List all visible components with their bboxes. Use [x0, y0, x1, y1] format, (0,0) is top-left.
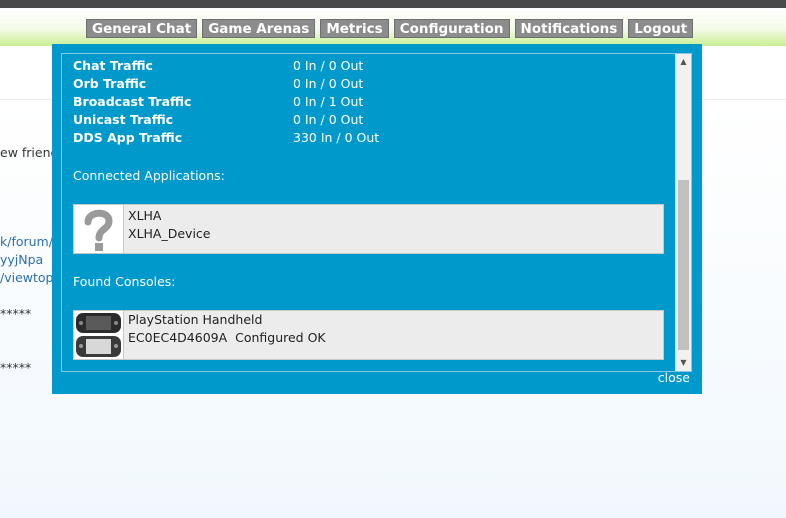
- traffic-label: Broadcast Traffic: [73, 94, 192, 109]
- traffic-row: Unicast Traffic 0 In / 0 Out: [73, 111, 665, 129]
- application-name: XLHA: [128, 208, 162, 223]
- status-modal: Chat Traffic 0 In / 0 Out Orb Traffic 0 …: [52, 44, 702, 394]
- scroll-down-arrow-icon[interactable]: ▼: [676, 355, 691, 371]
- scrollbar-thumb[interactable]: [678, 180, 689, 350]
- traffic-value: 0 In / 1 Out: [293, 94, 364, 109]
- question-mark-icon: [74, 205, 124, 253]
- traffic-label: Unicast Traffic: [73, 112, 174, 127]
- traffic-value: 330 In / 0 Out: [293, 130, 380, 145]
- vertical-scrollbar[interactable]: ▲ ▼: [675, 54, 691, 371]
- connected-applications-title: Connected Applications:: [73, 168, 225, 183]
- console-name: PlayStation Handheld: [128, 312, 263, 327]
- tab-general-chat[interactable]: General Chat: [86, 19, 198, 38]
- top-bar: [0, 0, 786, 8]
- tab-logout[interactable]: Logout: [628, 19, 694, 38]
- tab-notifications[interactable]: Notifications: [514, 19, 624, 38]
- tab-game-arenas[interactable]: Game Arenas: [202, 19, 316, 38]
- traffic-label: Orb Traffic: [73, 76, 147, 91]
- console-card[interactable]: PlayStation Handheld EC0EC4D4609A Config…: [73, 310, 664, 360]
- tab-metrics[interactable]: Metrics: [320, 19, 389, 38]
- application-detail: XLHA_Device: [128, 226, 211, 241]
- found-consoles-title: Found Consoles:: [73, 274, 176, 289]
- background-link[interactable]: /viewtop: [0, 270, 53, 285]
- traffic-row: Orb Traffic 0 In / 0 Out: [73, 75, 665, 93]
- traffic-label: Chat Traffic: [73, 58, 153, 73]
- traffic-value: 0 In / 0 Out: [293, 112, 364, 127]
- traffic-label: DDS App Traffic: [73, 130, 183, 145]
- traffic-value: 0 In / 0 Out: [293, 76, 364, 91]
- tab-configuration[interactable]: Configuration: [393, 19, 510, 38]
- background-stars: *****: [0, 360, 32, 375]
- background-text: ew friend: [0, 145, 59, 160]
- traffic-value: 0 In / 0 Out: [293, 58, 364, 73]
- background-stars: *****: [0, 306, 32, 321]
- scroll-up-arrow-icon[interactable]: ▲: [676, 54, 691, 70]
- background-link[interactable]: k/forum/: [0, 234, 53, 249]
- modal-scroll-area: Chat Traffic 0 In / 0 Out Orb Traffic 0 …: [61, 53, 692, 372]
- main-nav: General Chat Game Arenas Metrics Configu…: [86, 19, 694, 38]
- application-card[interactable]: XLHA XLHA_Device: [73, 204, 664, 254]
- psp-console-icon: [74, 311, 124, 359]
- background-link[interactable]: yyjNpa: [0, 252, 43, 267]
- traffic-row: Chat Traffic 0 In / 0 Out: [73, 57, 665, 75]
- modal-content: Chat Traffic 0 In / 0 Out Orb Traffic 0 …: [73, 57, 665, 360]
- close-button[interactable]: close: [658, 370, 690, 385]
- traffic-row: DDS App Traffic 330 In / 0 Out: [73, 129, 665, 147]
- console-detail: EC0EC4D4609A Configured OK: [128, 330, 326, 345]
- traffic-row: Broadcast Traffic 0 In / 1 Out: [73, 93, 665, 111]
